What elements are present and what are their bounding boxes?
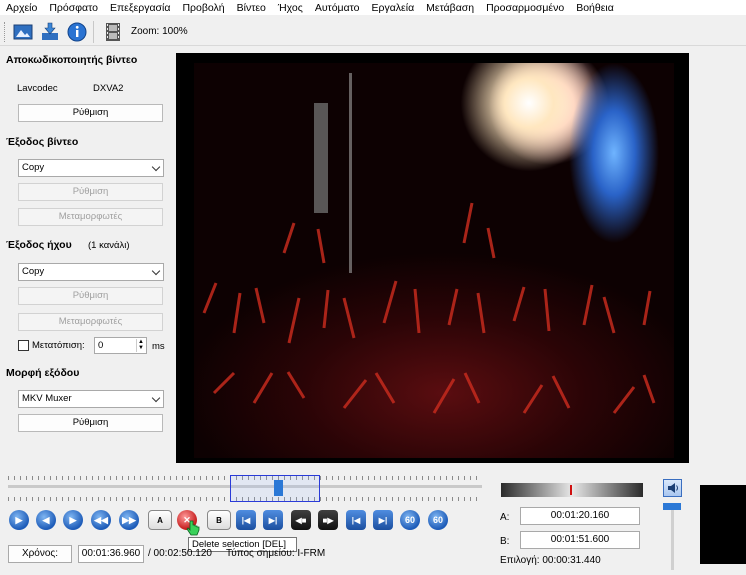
menu-item-5[interactable]: Ήχος	[278, 2, 303, 14]
prev-keyframe-button[interactable]: ◀◀	[91, 510, 111, 530]
marker-b-label: B	[216, 515, 222, 525]
decoder-name: Lavcodec	[17, 83, 58, 94]
marker-a-time-label: A:	[500, 512, 510, 523]
audio-filters-button[interactable]: Μεταμορφωτές	[18, 313, 163, 331]
goto-b-icon: ▶|	[268, 515, 278, 525]
menu-bar: Αρχείο Πρόσφατο Επεξεργασία Προβολή Βίντεο Ήχ…	[0, 0, 746, 15]
marker-b-time[interactable]: 00:01:51.600	[520, 531, 640, 549]
toolbar: Zoom: 100%	[0, 18, 746, 46]
decoder-mode: DXVA2	[93, 83, 124, 94]
shift-label: Μετατόπιση:	[32, 340, 85, 351]
timeline-thumb[interactable]	[274, 480, 284, 496]
muxer-value: MKV Muxer	[22, 393, 72, 404]
shift-spinbox[interactable]: 0 ▲ ▼	[94, 337, 147, 354]
black-frame-next-icon: ■▶	[322, 515, 334, 525]
go-first-frame-button[interactable]: |◀	[346, 510, 366, 530]
shift-checkbox[interactable]	[18, 340, 29, 351]
back-60s-button[interactable]: 60	[400, 510, 420, 530]
video-codec-select[interactable]: Copy	[18, 159, 164, 177]
video-decoder-title: Αποκωδικοποιητής βίντεο	[6, 54, 138, 66]
audio-output-title: Έξοδος ήχου	[6, 239, 72, 251]
speaker-icon	[667, 483, 678, 493]
menu-item-4[interactable]: Βίντεο	[237, 2, 266, 14]
output-format-title: Μορφή εξόδου	[6, 367, 80, 379]
chevron-down-icon	[151, 266, 161, 276]
audio-codec-value: Copy	[22, 266, 45, 277]
jog-marker	[570, 485, 572, 495]
last-frame-icon: ▶|	[378, 515, 388, 525]
back-60-label: 60	[404, 515, 415, 525]
menu-item-3[interactable]: Προβολή	[182, 2, 224, 14]
menu-item-10[interactable]: Βοήθεια	[576, 2, 614, 14]
goto-a-icon: |◀	[241, 515, 251, 525]
video-frame-image	[194, 63, 674, 458]
arrow-left-icon: ◀	[42, 514, 50, 525]
play-button[interactable]: ▶	[9, 510, 29, 530]
video-output-title: Έξοδος βίντεο	[6, 136, 79, 148]
audio-channels: (1 κανάλι)	[88, 240, 130, 251]
muxer-config-button[interactable]: Ρύθμιση	[18, 414, 163, 432]
film-strip-icon[interactable]	[101, 20, 125, 44]
menu-item-8[interactable]: Μετάβαση	[426, 2, 474, 14]
chevron-down-icon	[151, 393, 161, 403]
menu-item-0[interactable]: Αρχείο	[6, 2, 37, 14]
muxer-select[interactable]: MKV Muxer	[18, 390, 164, 408]
menu-item-9[interactable]: Προσαρμοσμένο	[486, 2, 564, 14]
shift-value: 0	[98, 340, 104, 351]
next-frame-button[interactable]: ▶	[63, 510, 83, 530]
hand-cursor-icon	[186, 520, 200, 536]
menu-item-7[interactable]: Εργαλεία	[372, 2, 415, 14]
menu-item-2[interactable]: Επεξεργασία	[110, 2, 171, 14]
frame-type: Τύπος σημείου: I-FRM	[226, 548, 326, 559]
chevron-down-icon	[151, 162, 161, 172]
set-marker-a-button[interactable]: A	[148, 510, 172, 530]
marker-a-time[interactable]: 00:01:20.160	[520, 507, 640, 525]
spin-arrows-icon[interactable]: ▲ ▼	[136, 339, 145, 352]
menu-item-6[interactable]: Αυτόματο	[315, 2, 360, 14]
play-icon: ▶	[15, 514, 23, 525]
zoom-label: Zoom: 100%	[131, 26, 188, 37]
video-preview	[176, 53, 689, 463]
black-frame-prev-icon: ◀■	[295, 515, 307, 525]
next-keyframe-button[interactable]: ▶▶	[119, 510, 139, 530]
set-marker-b-button[interactable]: B	[207, 510, 231, 530]
rewind-icon: ◀◀	[94, 514, 108, 525]
total-time: / 00:02:50.120	[148, 548, 212, 559]
decoder-config-button[interactable]: Ρύθμιση	[18, 104, 163, 122]
save-video-icon[interactable]	[38, 20, 62, 44]
toolbar-grip[interactable]	[4, 21, 8, 42]
fast-forward-icon: ▶▶	[122, 514, 136, 525]
forward-60s-button[interactable]: 60	[428, 510, 448, 530]
arrow-right-icon: ▶	[69, 514, 77, 525]
info-icon[interactable]	[65, 20, 89, 44]
go-last-frame-button[interactable]: ▶|	[373, 510, 393, 530]
first-frame-icon: |◀	[351, 515, 361, 525]
forward-60-label: 60	[432, 515, 443, 525]
video-codec-value: Copy	[22, 162, 45, 173]
marker-b-time-label: B:	[500, 536, 510, 547]
go-marker-a-button[interactable]: |◀	[236, 510, 256, 530]
open-video-icon[interactable]	[11, 20, 35, 44]
next-black-frame-button[interactable]: ■▶	[318, 510, 338, 530]
video-filters-button[interactable]: Μεταμορφωτές	[18, 208, 163, 226]
mute-button[interactable]	[663, 479, 682, 497]
toolbar-separator	[93, 20, 94, 43]
video-config-button[interactable]: Ρύθμιση	[18, 183, 163, 201]
selection-duration: Επιλογή: 00:00:31.440	[500, 555, 601, 566]
time-button[interactable]: Χρόνος:	[8, 545, 72, 563]
go-marker-b-button[interactable]: ▶|	[263, 510, 283, 530]
shift-unit: ms	[152, 341, 165, 352]
audio-config-button[interactable]: Ρύθμιση	[18, 287, 163, 305]
volume-track[interactable]	[671, 505, 674, 570]
marker-a-label: A	[157, 515, 163, 525]
audio-meter	[700, 485, 746, 564]
audio-codec-select[interactable]: Copy	[18, 263, 164, 281]
prev-frame-button[interactable]: ◀	[36, 510, 56, 530]
volume-thumb[interactable]	[663, 503, 681, 510]
prev-black-frame-button[interactable]: ◀■	[291, 510, 311, 530]
menu-item-1[interactable]: Πρόσφατο	[49, 2, 98, 14]
jog-shuttle[interactable]	[501, 483, 643, 497]
current-time-field[interactable]: 00:01:36.960	[78, 545, 144, 563]
